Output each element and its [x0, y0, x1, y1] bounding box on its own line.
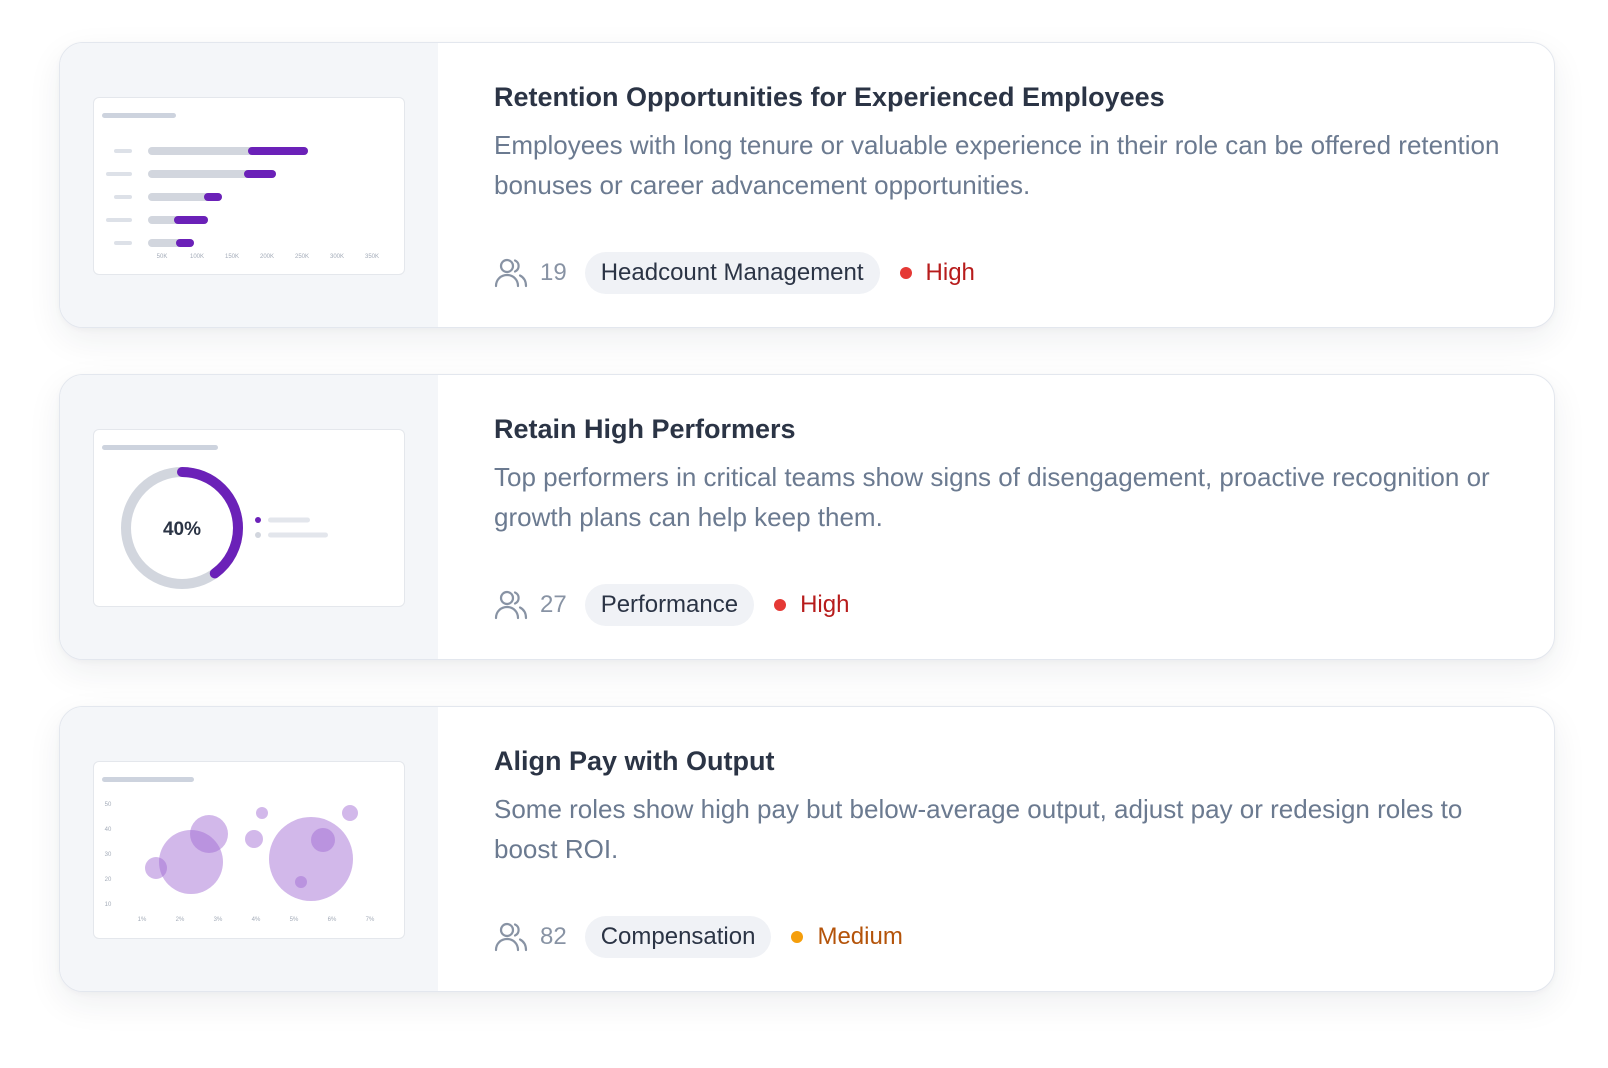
card-meta: 27 Performance High — [494, 583, 849, 627]
people-count: 27 — [540, 591, 567, 618]
x-tick-label: 250K — [295, 254, 309, 260]
people-count: 82 — [540, 923, 567, 950]
insight-card-retention[interactable]: 50K 100K 150K 200K 250K 300K 350K Retent… — [59, 42, 1555, 328]
legend-label-placeholder — [268, 517, 310, 523]
insight-card-list: 50K 100K 150K 200K 250K 300K 350K Retent… — [59, 42, 1557, 1038]
x-tick-label: 1% — [138, 917, 147, 923]
card-content: Align Pay with Output Some roles show hi… — [494, 743, 1514, 869]
y-tick-label: 40 — [105, 827, 112, 833]
x-tick-label: 300K — [330, 254, 344, 260]
priority-dot — [899, 267, 912, 279]
card-description: Top performers in critical teams show si… — [494, 462, 1490, 532]
y-tick-label: 50 — [105, 802, 112, 808]
bar-highlight — [176, 239, 194, 247]
x-tick-label: 7% — [366, 917, 375, 923]
donut-chart-svg: 40% — [102, 445, 328, 589]
donut-chart-thumbnail: 40% — [93, 429, 405, 607]
x-tick-label: 5% — [290, 917, 299, 923]
bubble-point — [256, 807, 268, 819]
priority-label: High — [800, 591, 850, 618]
x-tick-label: 100K — [190, 254, 204, 260]
x-tick-label: 350K — [365, 254, 379, 260]
card-thumbnail: 50K 100K 150K 200K 250K 300K 350K — [60, 43, 438, 327]
y-tick-label: 10 — [105, 902, 112, 908]
bubble-chart-svg: 50 40 30 20 10 1% 2% 3% 4% 5% 6% 7% — [102, 777, 375, 923]
card-description: Some roles show high pay but below-avera… — [494, 794, 1463, 864]
legend-dot — [255, 532, 261, 538]
row-label-placeholder — [106, 218, 132, 222]
people-icon — [494, 588, 528, 622]
insight-card-high-performers[interactable]: 40% Retain High Performers Top performer… — [59, 374, 1555, 660]
row-label-placeholder — [106, 172, 132, 176]
row-label-placeholder — [114, 195, 132, 199]
insight-card-align-pay[interactable]: 50 40 30 20 10 1% 2% 3% 4% 5% 6% 7% Alig… — [59, 706, 1555, 992]
bubble-point — [342, 805, 358, 821]
y-tick-label: 30 — [105, 852, 112, 858]
y-tick-label: 20 — [105, 877, 112, 883]
card-thumbnail: 40% — [60, 375, 438, 659]
priority-dot — [774, 599, 787, 611]
bar-chart-thumbnail: 50K 100K 150K 200K 250K 300K 350K — [93, 97, 405, 275]
thumbnail-title-placeholder — [102, 445, 218, 450]
bubble-point — [295, 876, 307, 888]
category-tag[interactable]: Headcount Management — [584, 252, 880, 294]
bubble-point — [145, 857, 167, 879]
priority-dot — [791, 931, 804, 943]
priority-indicator: High — [899, 259, 975, 287]
priority-label: High — [925, 259, 975, 286]
legend-label-placeholder — [268, 532, 328, 538]
card-title[interactable]: Retain High Performers — [494, 411, 1514, 447]
people-icon — [494, 256, 528, 290]
priority-indicator: High — [774, 591, 849, 619]
card-thumbnail: 50 40 30 20 10 1% 2% 3% 4% 5% 6% 7% — [60, 707, 438, 991]
bubble-point — [269, 817, 353, 901]
people-icon — [494, 920, 528, 954]
thumbnail-title-placeholder — [102, 777, 194, 782]
thumbnail-title-placeholder — [102, 113, 176, 118]
card-content: Retain High Performers Top performers in… — [494, 411, 1514, 537]
legend-dot — [255, 517, 261, 523]
bubble-point — [190, 815, 228, 853]
card-meta: 19 Headcount Management High — [494, 251, 975, 295]
bar-highlight — [248, 147, 308, 155]
bubble-chart-thumbnail: 50 40 30 20 10 1% 2% 3% 4% 5% 6% 7% — [93, 761, 405, 939]
bar-chart-svg: 50K 100K 150K 200K 250K 300K 350K — [102, 113, 379, 260]
bar-highlight — [174, 216, 208, 224]
people-count: 19 — [540, 259, 567, 286]
row-label-placeholder — [114, 149, 132, 153]
x-tick-label: 3% — [214, 917, 223, 923]
bar-highlight — [204, 193, 222, 201]
bubble-point — [245, 830, 263, 848]
category-tag[interactable]: Compensation — [584, 916, 772, 958]
x-tick-label: 50K — [157, 254, 168, 260]
category-tag[interactable]: Performance — [584, 584, 755, 626]
priority-indicator: Medium — [791, 923, 903, 951]
bar-highlight — [244, 170, 276, 178]
x-tick-label: 4% — [252, 917, 261, 923]
row-label-placeholder — [114, 241, 132, 245]
bubble-point — [311, 828, 335, 852]
x-tick-label: 150K — [225, 254, 239, 260]
x-tick-label: 200K — [260, 254, 274, 260]
card-description: Employees with long tenure or valuable e… — [494, 130, 1500, 200]
x-tick-label: 6% — [328, 917, 337, 923]
donut-value-label: 40% — [163, 519, 201, 540]
x-tick-label: 2% — [176, 917, 185, 923]
card-title[interactable]: Align Pay with Output — [494, 743, 1514, 779]
card-title[interactable]: Retention Opportunities for Experienced … — [494, 79, 1514, 115]
priority-label: Medium — [817, 923, 903, 950]
card-meta: 82 Compensation Medium — [494, 915, 903, 959]
card-content: Retention Opportunities for Experienced … — [494, 79, 1514, 205]
